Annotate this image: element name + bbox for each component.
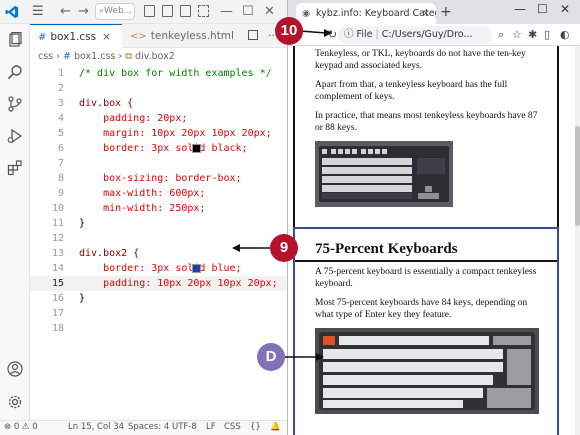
page-scrollbar[interactable]	[575, 46, 580, 435]
color-swatch-blue[interactable]	[192, 264, 201, 273]
vscode-titlebar: ☰ ← → ⌕Web... — ☐ ✕	[0, 0, 287, 24]
editor-tab-bar: # box1.css × <> tenkeyless.html ···	[30, 24, 287, 48]
back-arrow-icon[interactable]: ←	[60, 4, 71, 19]
callout-step-d: D	[257, 343, 285, 371]
tab-box1-css[interactable]: # box1.css ×	[30, 24, 122, 48]
command-search-input[interactable]: ⌕Web...	[95, 3, 135, 20]
breadcrumb: css › # box1.css › ⧉ div.box2	[38, 51, 175, 62]
activity-bar	[0, 24, 30, 420]
scrollbar-thumb[interactable]	[575, 126, 580, 226]
vscode-logo-icon	[5, 5, 19, 19]
toggle-sidebar-icon[interactable]	[144, 5, 155, 17]
code-line: 1/* div box for width examples */	[57, 68, 272, 79]
code-line: 8 box-sizing: border-box;	[57, 173, 242, 184]
close-tab-icon[interactable]: ×	[102, 31, 111, 43]
section-heading: 75-Percent Keyboards	[315, 241, 458, 257]
zoom-icon[interactable]: ⌕	[498, 28, 504, 42]
code-line-current: 15 padding: 10px 20px 10px 20px;	[30, 276, 287, 291]
code-line: 10 min-width: 250px;	[51, 203, 206, 214]
forward-arrow-icon[interactable]: →	[78, 4, 89, 19]
tab-tenkeyless-html[interactable]: <> tenkeyless.html	[122, 24, 244, 48]
close-window-icon[interactable]: ✕	[264, 4, 275, 19]
code-line: 12	[51, 233, 64, 244]
code-line: 11}	[51, 218, 86, 229]
code-line: 18	[51, 323, 64, 334]
maximize-icon[interactable]: ☐	[537, 2, 548, 16]
code-line: 7	[57, 158, 64, 169]
close-window-icon[interactable]: ✕	[560, 2, 570, 16]
paragraph: Apart from that, a tenkeyless keyboard h…	[315, 80, 508, 102]
browser-toolbar: ↻ ⓘ File | C:/Users/Guy/Dro... ⌕ ☆ ✱ ▯ ◐	[288, 24, 580, 46]
callout-step-9: 9	[270, 234, 298, 262]
paragraph: Tenkeyless, or TKL, keyboards do not hav…	[315, 49, 526, 71]
web-page: Tenkeyless, or TKL, keyboards do not hav…	[288, 46, 580, 435]
paragraph: Most 75-percent keyboards have 84 keys, …	[315, 298, 528, 320]
minimize-icon[interactable]: —	[514, 2, 526, 16]
indentation[interactable]: Spaces: 4	[128, 422, 169, 432]
customize-layout-icon[interactable]	[198, 5, 209, 17]
code-line: 6 border: 3px solid black;	[57, 143, 248, 154]
html-file-icon: <>	[130, 31, 147, 42]
info-icon: ⓘ	[344, 29, 354, 40]
code-line: 14 border: 3px solid blue;	[51, 263, 242, 274]
run-debug-icon[interactable]	[7, 128, 23, 144]
language-mode[interactable]: CSS	[224, 422, 241, 432]
paragraph: In practice, that means most tenkeyless …	[315, 111, 538, 133]
reload-icon[interactable]: ↻	[328, 28, 337, 41]
split-editor-icon[interactable]	[248, 24, 262, 48]
explorer-icon[interactable]	[7, 32, 23, 48]
paragraph: A 75-percent keyboard is essentially a c…	[315, 267, 537, 289]
code-line: 4 padding: 20px;	[57, 113, 188, 124]
status-bar: ⊗ 0 ⚠ 0 Ln 15, Col 34 Spaces: 4 UTF-8 LF…	[0, 420, 287, 435]
code-line: 5 margin: 10px 20px 10px 20px;	[57, 128, 272, 139]
css-file-icon: #	[38, 32, 47, 43]
code-line: 9 max-width: 600px;	[57, 188, 206, 199]
code-line: 2	[57, 83, 64, 94]
problems-indicator[interactable]: ⊗ 0 ⚠ 0	[4, 422, 38, 432]
new-tab-button[interactable]: +	[440, 4, 452, 20]
globe-icon: ◉	[302, 8, 311, 19]
toggle-secondary-sidebar-icon[interactable]	[180, 5, 191, 17]
chevron-right-icon: ›	[56, 51, 63, 62]
close-tab-icon[interactable]: ×	[422, 3, 430, 24]
maximize-icon[interactable]: ☐	[242, 4, 254, 19]
bookmark-star-icon[interactable]: ☆	[512, 28, 522, 41]
75-percent-keyboard-image	[315, 328, 539, 414]
end-of-line[interactable]: LF	[206, 422, 216, 432]
tenkeyless-keyboard-image	[315, 141, 453, 207]
notifications-bell-icon[interactable]: 🔔	[270, 422, 281, 432]
cursor-position[interactable]: Ln 15, Col 34	[68, 422, 124, 432]
source-control-icon[interactable]	[7, 96, 23, 112]
sidebar-icon[interactable]: ▯	[544, 28, 550, 41]
extensions-icon[interactable]: ✱	[528, 28, 537, 41]
code-line: 13 div.box2 {	[51, 248, 140, 259]
extensions-icon[interactable]	[7, 160, 23, 176]
account-icon[interactable]	[7, 361, 23, 377]
code-line: 16}	[51, 293, 86, 304]
settings-gear-icon[interactable]	[7, 394, 23, 410]
color-swatch-black[interactable]	[192, 144, 201, 153]
address-bar[interactable]: ⓘ File | C:/Users/Guy/Dro...	[338, 26, 492, 44]
json-icon[interactable]: {}	[250, 422, 261, 432]
search-icon[interactable]	[7, 64, 23, 80]
browser-window: ◉ kybz.info: Keyboard Categories × + — ☐…	[287, 0, 580, 435]
minimize-icon[interactable]: —	[220, 4, 233, 19]
code-line: 3 div.box {	[57, 98, 134, 109]
toggle-panel-icon[interactable]	[162, 5, 173, 17]
75-percent-box: 75-Percent Keyboards A 75-percent keyboa…	[293, 227, 559, 435]
hamburger-menu-icon[interactable]: ☰	[32, 4, 44, 19]
browser-tab[interactable]: ◉ kybz.info: Keyboard Categories ×	[296, 3, 436, 24]
code-editor[interactable]: 1/* div box for width examples */ 2 3 div…	[30, 66, 287, 420]
encoding[interactable]: UTF-8	[172, 422, 197, 432]
vscode-window: ☰ ← → ⌕Web... — ☐ ✕ # box1.css × <> tenkeyl…	[0, 0, 287, 435]
code-line: 17	[51, 308, 64, 319]
callout-step-10: 10	[275, 17, 303, 45]
profile-icon[interactable]: ◐	[560, 28, 570, 41]
selector-icon: ⧉	[125, 51, 132, 62]
